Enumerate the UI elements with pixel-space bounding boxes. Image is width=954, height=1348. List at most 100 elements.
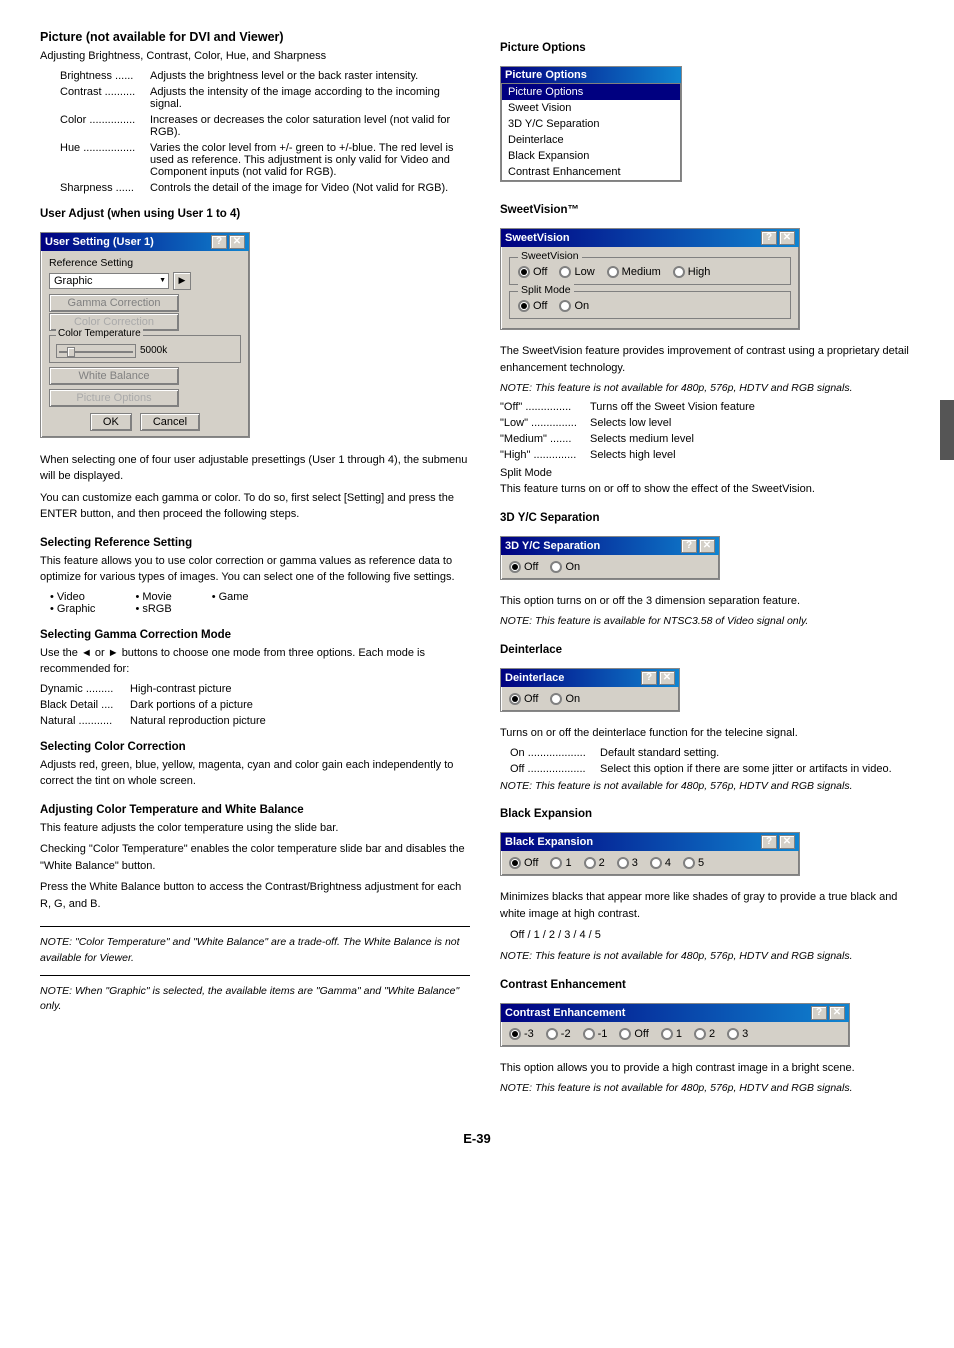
cancel-button[interactable]: Cancel xyxy=(140,413,200,431)
3dyc-close-btn[interactable]: ✕ xyxy=(699,539,715,553)
ce-neg2-radio[interactable] xyxy=(546,1028,558,1040)
sm-on-radio[interactable] xyxy=(559,300,571,312)
sv-low-option[interactable]: Low xyxy=(559,266,594,278)
ce-off-radio[interactable] xyxy=(619,1028,631,1040)
be-off-label: Off xyxy=(524,857,538,869)
deinterlace-items: On ................... Default standard … xyxy=(500,747,914,775)
be-4-option[interactable]: 4 xyxy=(650,857,671,869)
sm-on-option[interactable]: On xyxy=(559,300,589,312)
3dyc-on-radio[interactable] xyxy=(550,561,562,573)
split-mode-group: Split Mode Off On xyxy=(509,291,791,319)
hue-def: Varies the color level from +/- green to… xyxy=(150,142,470,178)
ce-2-option[interactable]: 2 xyxy=(694,1028,715,1040)
black-expansion-heading: Black Expansion xyxy=(500,808,914,820)
be-off-radio[interactable] xyxy=(509,857,521,869)
sweet-vision-dialog: SweetVision ? ✕ SweetVision xyxy=(500,228,800,330)
black-expansion-help-btn[interactable]: ? xyxy=(761,835,777,849)
bullet-graphic: • Graphic xyxy=(50,603,95,615)
list-item-contrast-enhancement[interactable]: Contrast Enhancement xyxy=(502,164,680,180)
3dyc-on-option[interactable]: On xyxy=(550,561,580,573)
deinterlace-on-radio[interactable] xyxy=(550,693,562,705)
deinterlace-on-option[interactable]: On xyxy=(550,693,580,705)
brightness-def: Adjusts the brightness level or the back… xyxy=(150,70,470,82)
reference-setting-dropdown[interactable]: Graphic xyxy=(49,273,169,289)
split-mode-desc: Split Mode This feature turns on or off … xyxy=(500,465,914,498)
list-item-deinterlace[interactable]: Deinterlace xyxy=(502,132,680,148)
be-1-radio[interactable] xyxy=(550,857,562,869)
user-adjust-para2: You can customize each gamma or color. T… xyxy=(40,490,470,523)
ce-1-radio[interactable] xyxy=(661,1028,673,1040)
user-setting-close-button[interactable]: ✕ xyxy=(229,235,245,249)
ce-neg1-radio[interactable] xyxy=(583,1028,595,1040)
3dyc-off-option[interactable]: Off xyxy=(509,561,538,573)
ok-button[interactable]: OK xyxy=(90,413,132,431)
be-3-radio[interactable] xyxy=(617,857,629,869)
be-2-radio[interactable] xyxy=(584,857,596,869)
sm-off-option[interactable]: Off xyxy=(518,300,547,312)
ce-neg3-option[interactable]: -3 xyxy=(509,1028,534,1040)
black-expansion-options: Off 1 2 3 xyxy=(509,857,791,869)
list-item-black-expansion[interactable]: Black Expansion xyxy=(502,148,680,164)
sweet-vision-help-btn[interactable]: ? xyxy=(761,231,777,245)
3dyc-help-btn[interactable]: ? xyxy=(681,539,697,553)
gamma-correction-button[interactable]: Gamma Correction xyxy=(49,294,179,312)
sv-off-option[interactable]: Off xyxy=(518,266,547,278)
sv-high-option[interactable]: High xyxy=(673,266,711,278)
sweet-vision-note: NOTE: This feature is not available for … xyxy=(500,381,914,397)
user-setting-dialog: User Setting (User 1) ? ✕ Reference Sett… xyxy=(40,232,250,438)
ce-3-option[interactable]: 3 xyxy=(727,1028,748,1040)
sv-off-label: Off xyxy=(533,266,547,278)
be-5-option[interactable]: 5 xyxy=(683,857,704,869)
ce-neg2-option[interactable]: -2 xyxy=(546,1028,571,1040)
sv-low-radio[interactable] xyxy=(559,266,571,278)
dropdown-arrow-button[interactable]: ▶ xyxy=(173,272,191,290)
sm-off-radio[interactable] xyxy=(518,300,530,312)
deinterlace-help-btn[interactable]: ? xyxy=(641,671,657,685)
3dyc-off-radio[interactable] xyxy=(509,561,521,573)
be-2-option[interactable]: 2 xyxy=(584,857,605,869)
contrast-enhancement-section: Contrast Enhancement Contrast Enhancemen… xyxy=(500,979,914,1097)
contrast-enhancement-close-btn[interactable]: ✕ xyxy=(829,1006,845,1020)
contrast-enhancement-note: NOTE: This feature is not available for … xyxy=(500,1081,914,1097)
list-item-sweet-vision[interactable]: Sweet Vision xyxy=(502,100,680,116)
deinterlace-close-btn[interactable]: ✕ xyxy=(659,671,675,685)
color-temp-group-label: Color Temperature xyxy=(56,328,143,339)
ce-neg3-radio[interactable] xyxy=(509,1028,521,1040)
be-5-radio[interactable] xyxy=(683,857,695,869)
picture-options-heading: Picture Options xyxy=(500,42,914,54)
be-3-option[interactable]: 3 xyxy=(617,857,638,869)
option-srgb: • sRGB xyxy=(135,603,171,615)
ce-neg1-option[interactable]: -1 xyxy=(583,1028,608,1040)
be-4-radio[interactable] xyxy=(650,857,662,869)
deinterlace-dialog: Deinterlace ? ✕ Off xyxy=(500,668,680,712)
reference-setting-section: Selecting Reference Setting This feature… xyxy=(40,537,470,615)
be-1-option[interactable]: 1 xyxy=(550,857,571,869)
ce-2-radio[interactable] xyxy=(694,1028,706,1040)
deinterlace-off-option[interactable]: Off xyxy=(509,693,538,705)
be-off-option[interactable]: Off xyxy=(509,857,538,869)
color-temp-text1: This feature adjusts the color temperatu… xyxy=(40,820,470,837)
ce-1-option[interactable]: 1 xyxy=(661,1028,682,1040)
sv-high-radio[interactable] xyxy=(673,266,685,278)
hue-term: Hue ................. xyxy=(60,142,150,178)
option-game: • Game xyxy=(212,591,249,603)
color-temp-slider[interactable] xyxy=(56,344,136,358)
ce-2-label: 2 xyxy=(709,1028,715,1040)
sv-medium-option[interactable]: Medium xyxy=(607,266,661,278)
reference-options: • Video • Graphic • Movie • sRGB xyxy=(50,591,470,615)
list-item-3dyc[interactable]: 3D Y/C Separation xyxy=(502,116,680,132)
ce-off-option[interactable]: Off xyxy=(619,1028,648,1040)
picture-options-dialog: Picture Options Picture Options Sweet Vi… xyxy=(500,66,682,182)
ce-3-radio[interactable] xyxy=(727,1028,739,1040)
sweet-vision-close-btn[interactable]: ✕ xyxy=(779,231,795,245)
contrast-enhancement-help-btn[interactable]: ? xyxy=(811,1006,827,1020)
sv-medium-radio[interactable] xyxy=(607,266,619,278)
contrast-enhancement-heading: Contrast Enhancement xyxy=(500,979,914,991)
black-expansion-close-btn[interactable]: ✕ xyxy=(779,835,795,849)
sv-off-radio[interactable] xyxy=(518,266,530,278)
deinterlace-off-radio[interactable] xyxy=(509,693,521,705)
white-balance-button[interactable]: White Balance xyxy=(49,367,179,385)
user-setting-help-button[interactable]: ? xyxy=(211,235,227,249)
sv-high-label: High xyxy=(688,266,711,278)
list-item-picture-options[interactable]: Picture Options xyxy=(502,84,680,100)
